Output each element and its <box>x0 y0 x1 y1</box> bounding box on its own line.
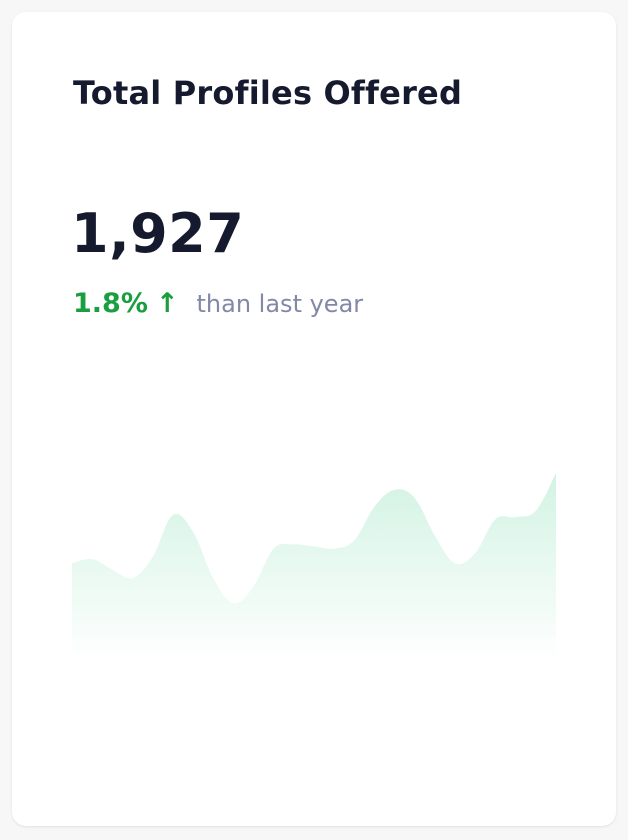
profiles-offered-card: Total Profiles Offered 1,927 1.8% ↑ than… <box>12 12 616 826</box>
card-title: Total Profiles Offered <box>73 74 463 112</box>
trend-area-chart <box>72 473 556 662</box>
trend-area-fill <box>72 473 556 662</box>
arrow-up-icon: ↑ <box>155 288 179 319</box>
change-indicator: 1.8% ↑ than last year <box>73 288 363 319</box>
change-label: than last year <box>196 290 364 318</box>
change-percent: 1.8% <box>73 288 148 319</box>
total-value: 1,927 <box>71 202 245 265</box>
